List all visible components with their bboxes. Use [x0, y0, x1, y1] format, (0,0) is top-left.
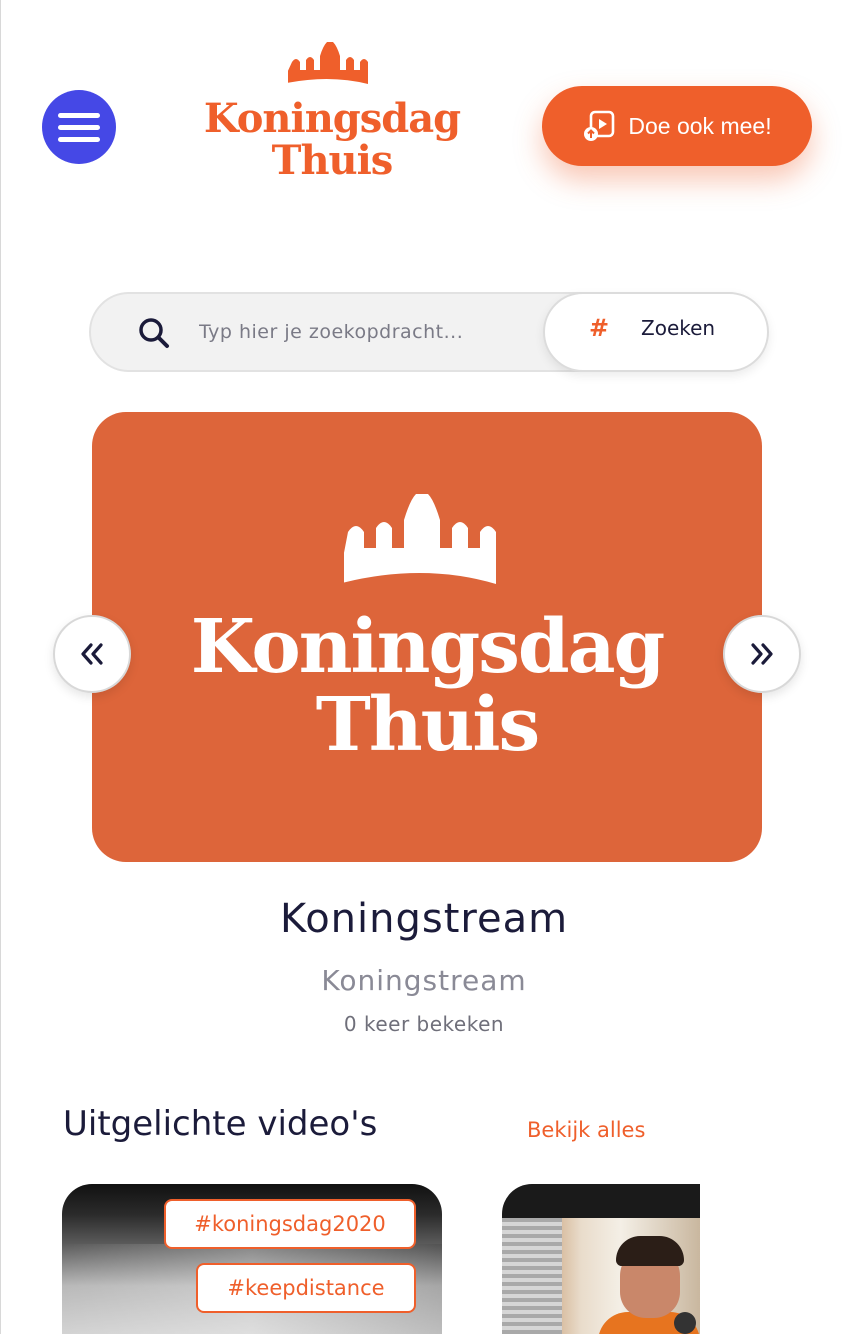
microphone-icon: [674, 1312, 696, 1334]
hash-icon: #: [589, 314, 610, 342]
slide-logo-line2: Thuis: [315, 682, 540, 768]
video-card-thumbnail[interactable]: [502, 1184, 700, 1334]
search-icon: [139, 318, 169, 348]
carousel-next-button[interactable]: [723, 615, 801, 693]
slide-logo-line1: Koningsdag: [190, 604, 666, 690]
thumbnail-person-hair: [616, 1236, 684, 1266]
carousel-prev-button[interactable]: [53, 615, 131, 693]
video-title[interactable]: Koningstream: [0, 896, 848, 942]
slide-logo-text: Koningsdag Thuis: [92, 608, 762, 764]
tag-chip[interactable]: #koningsdag2020: [164, 1199, 416, 1249]
frame-edge: [0, 0, 1, 1334]
search-button[interactable]: # Zoeken: [543, 292, 769, 372]
video-views: 0 keer bekeken: [343, 1012, 505, 1036]
menu-icon-bar: [58, 136, 100, 142]
logo-line2: Thuis: [271, 137, 394, 184]
tag-chip[interactable]: #keepdistance: [196, 1263, 416, 1313]
thumbnail-blind: [502, 1218, 562, 1334]
video-upload-icon: [584, 110, 615, 141]
join-button[interactable]: Doe ook mee!: [542, 86, 812, 166]
join-button-label: Doe ook mee!: [628, 112, 772, 139]
featured-section-title: Uitgelichte video's: [63, 1104, 378, 1144]
carousel-slide[interactable]: Koningsdag Thuis: [92, 412, 762, 862]
menu-icon-bar: [58, 112, 100, 118]
see-all-link[interactable]: Bekijk alles: [527, 1118, 645, 1142]
double-chevron-left-icon: [81, 643, 103, 665]
crown-icon: [288, 42, 368, 84]
logo-text: Koningsdag Thuis: [200, 98, 464, 182]
menu-button[interactable]: [42, 90, 116, 164]
search-button-label: Zoeken: [641, 316, 716, 340]
crown-icon: [344, 494, 496, 584]
menu-icon-bar: [58, 124, 100, 130]
logo-line1: Koningsdag: [203, 95, 461, 142]
double-chevron-right-icon: [751, 643, 773, 665]
search-bar: # Zoeken: [89, 292, 769, 372]
site-logo[interactable]: Koningsdag Thuis: [200, 38, 464, 194]
video-channel[interactable]: Koningstream: [0, 964, 848, 997]
search-input[interactable]: [199, 312, 529, 352]
